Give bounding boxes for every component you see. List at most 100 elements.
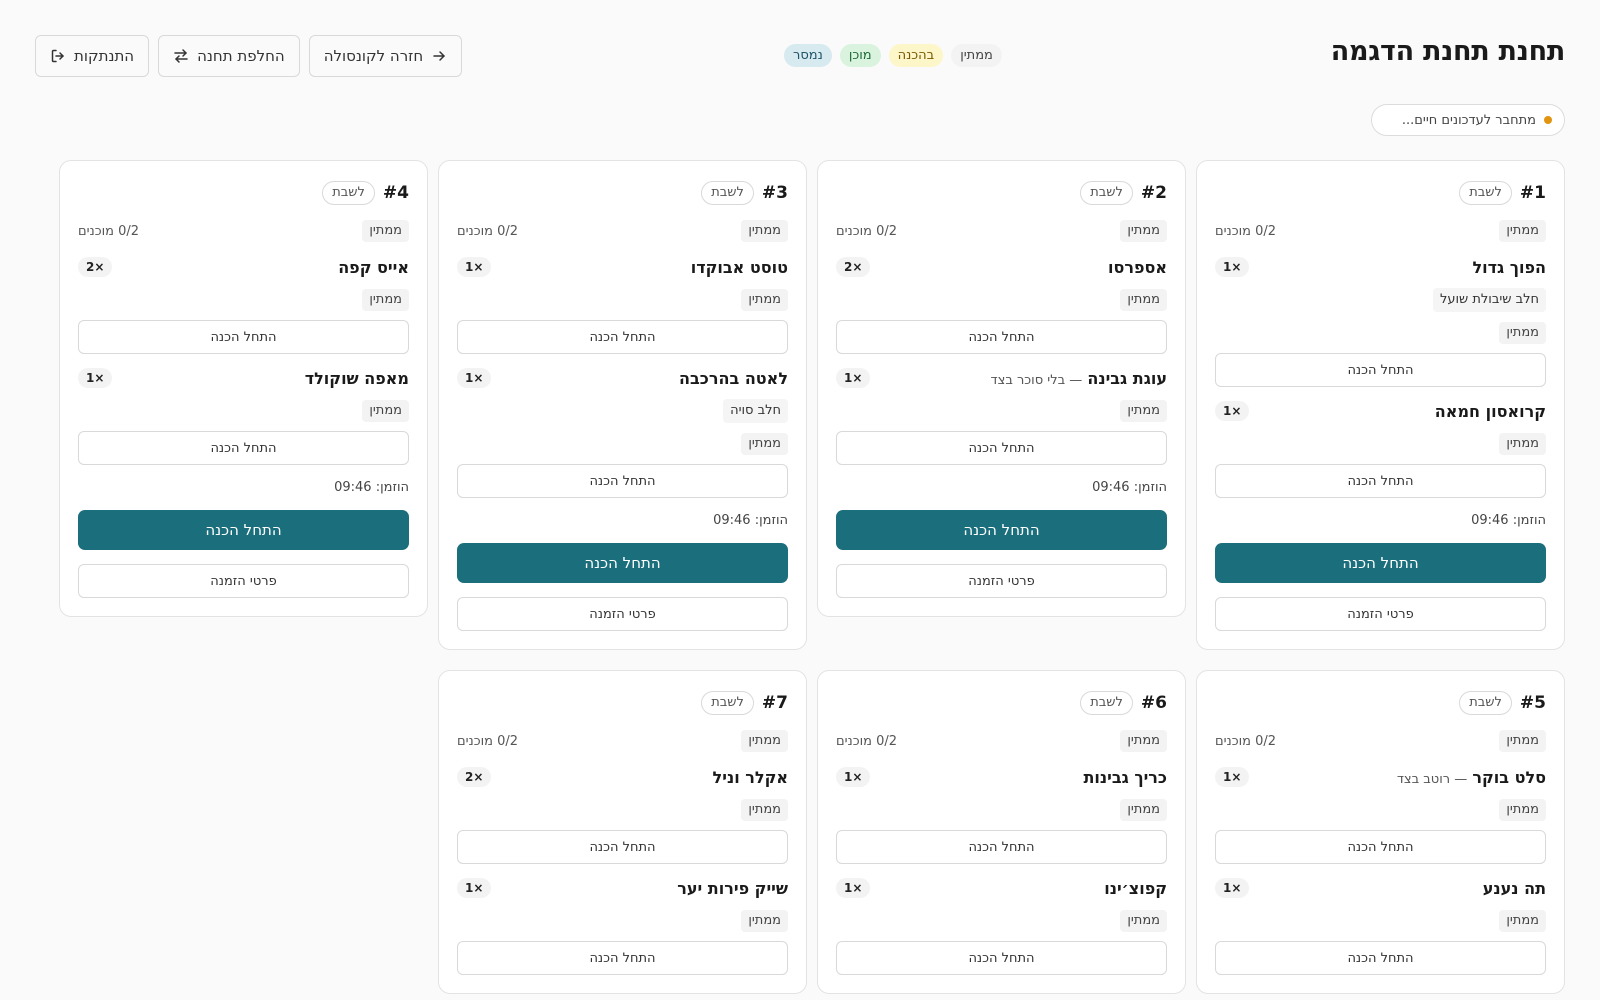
- seat-badge[interactable]: לשבת: [701, 691, 754, 715]
- item-start-button[interactable]: התחל הכנה: [457, 830, 788, 864]
- swap-icon: [173, 48, 189, 64]
- item-qty: 2×: [457, 767, 492, 787]
- start-order-button[interactable]: התחל הכנה: [836, 510, 1167, 550]
- list-item: עוגת גבינה — בלי סוכר בצד 1× ממתין התחל ה…: [836, 366, 1167, 465]
- item-status-badge: ממתין: [1120, 289, 1167, 311]
- list-item: תה נענע 1× ממתין התחל הכנה: [1215, 876, 1546, 975]
- item-status-badge: ממתין: [362, 400, 409, 422]
- item-start-button[interactable]: התחל הכנה: [1215, 830, 1546, 864]
- order-details-button[interactable]: פרטי הזמנה: [1215, 597, 1546, 631]
- item-start-button[interactable]: התחל הכנה: [457, 941, 788, 975]
- item-start-button[interactable]: התחל הכנה: [78, 320, 409, 354]
- item-name: לאטה בהרכבה: [679, 368, 788, 388]
- order-number: #6: [1140, 693, 1167, 713]
- item-status-badge: ממתין: [1120, 799, 1167, 821]
- seat-badge[interactable]: לשבת: [322, 181, 375, 205]
- seat-badge[interactable]: לשבת: [1080, 691, 1133, 715]
- item-qty: 1×: [836, 368, 871, 388]
- order-card: #1 לשבת ממתין 0/2 מוכנים הפוך גדול 1× חלב ש…: [1196, 160, 1565, 650]
- item-start-button[interactable]: התחל הכנה: [1215, 464, 1546, 498]
- ordered-time: הוזמן: 09:46: [713, 513, 788, 528]
- order-card: #2 לשבת ממתין 0/2 מוכנים אספרסו 2× ממתין הת…: [817, 160, 1186, 617]
- order-card: #4 לשבת ממתין 0/2 מוכנים אייס קפה 2× ממתין …: [59, 160, 428, 617]
- order-details-button[interactable]: פרטי הזמנה: [836, 564, 1167, 598]
- item-name: קפוצ׳ינו: [1104, 878, 1167, 898]
- seat-badge[interactable]: לשבת: [701, 181, 754, 205]
- item-status-badge: ממתין: [1120, 400, 1167, 422]
- legend-waiting: ממתין: [951, 44, 1002, 67]
- item-start-button[interactable]: התחל הכנה: [78, 431, 409, 465]
- item-status-badge: ממתין: [1499, 910, 1546, 932]
- legend-preparing: בהכנה: [888, 44, 944, 67]
- list-item: הפוך גדול 1× חלב שיבולת שועל ממתין התחל ה…: [1215, 255, 1546, 387]
- switch-station-label: החלפת תחנה: [197, 47, 285, 65]
- item-status-badge: ממתין: [1499, 322, 1546, 344]
- list-item: לאטה בהרכבה 1× חלב סויה ממתין התחל הכנה: [457, 366, 788, 498]
- switch-station-button[interactable]: החלפת תחנה: [158, 35, 300, 77]
- connection-dot-icon: [1544, 116, 1552, 124]
- status-badge: ממתין: [1120, 730, 1167, 752]
- order-card: #7 לשבת ממתין 0/2 מוכנים אקלר וניל 2× ממתין…: [438, 670, 807, 994]
- list-item: קרואסון חמאה 1× ממתין התחל הכנה: [1215, 399, 1546, 498]
- seat-badge[interactable]: לשבת: [1459, 181, 1512, 205]
- status-legend: ממתין בהכנה מוכן נמסר: [784, 44, 1002, 67]
- item-name: טוסט אבוקדו: [690, 257, 788, 277]
- order-number: #1: [1519, 183, 1546, 203]
- connection-status: מתחבר לעדכונים חיים...: [1370, 104, 1565, 136]
- item-start-button[interactable]: התחל הכנה: [836, 941, 1167, 975]
- start-order-button[interactable]: התחל הכנה: [78, 510, 409, 550]
- start-order-button[interactable]: התחל הכנה: [1215, 543, 1546, 583]
- arrow-right-icon: [431, 48, 447, 64]
- item-qty: 1×: [457, 257, 492, 277]
- list-item: קפוצ׳ינו 1× ממתין התחל הכנה: [836, 876, 1167, 975]
- ordered-time: הוזמן: 09:46: [1471, 513, 1546, 528]
- item-start-button[interactable]: התחל הכנה: [1215, 353, 1546, 387]
- ordered-time: הוזמן: 09:46: [1092, 480, 1167, 495]
- item-qty: 1×: [1215, 878, 1250, 898]
- item-qty: 1×: [78, 368, 113, 388]
- item-start-button[interactable]: התחל הכנה: [836, 320, 1167, 354]
- order-number: #4: [382, 183, 409, 203]
- item-start-button[interactable]: התחל הכנה: [457, 464, 788, 498]
- item-name: אספרסו: [1107, 257, 1167, 277]
- ordered-time: הוזמן: 09:46: [334, 480, 409, 495]
- list-item: סלט בוקר — רוטב בצד 1× ממתין התחל הכנה: [1215, 765, 1546, 864]
- status-badge: ממתין: [1499, 220, 1546, 242]
- legend-ready: מוכן: [839, 44, 881, 67]
- order-number: #7: [761, 693, 788, 713]
- item-qty: 1×: [1215, 401, 1250, 421]
- item-name: כריך גבינות: [1083, 767, 1167, 787]
- item-status-badge: ממתין: [741, 289, 788, 311]
- item-start-button[interactable]: התחל הכנה: [1215, 941, 1546, 975]
- item-name: מאפה שוקולד: [304, 368, 409, 388]
- item-status-badge: ממתין: [362, 289, 409, 311]
- order-card: #6 לשבת ממתין 0/2 מוכנים כריך גבינות 1× ממת…: [817, 670, 1186, 994]
- seat-badge[interactable]: לשבת: [1080, 181, 1133, 205]
- item-qty: 1×: [1215, 767, 1250, 787]
- logout-button[interactable]: התנתקות: [35, 35, 150, 77]
- order-details-button[interactable]: פרטי הזמנה: [457, 597, 788, 631]
- back-to-console-button[interactable]: חזרה לקונסולה: [308, 35, 463, 77]
- item-name: תה נענע: [1482, 878, 1546, 898]
- seat-badge[interactable]: לשבת: [1459, 691, 1512, 715]
- item-qty: 2×: [78, 257, 113, 277]
- order-details-button[interactable]: פרטי הזמנה: [78, 564, 409, 598]
- item-qty: 1×: [457, 368, 492, 388]
- item-name: עוגת גבינה: [1087, 368, 1167, 388]
- ready-count: 0/2 מוכנים: [1215, 223, 1277, 239]
- item-start-button[interactable]: התחל הכנה: [836, 830, 1167, 864]
- list-item: שייק פירות יער 1× ממתין התחל הכנה: [457, 876, 788, 975]
- list-item: כריך גבינות 1× ממתין התחל הכנה: [836, 765, 1167, 864]
- order-number: #2: [1140, 183, 1167, 203]
- status-badge: ממתין: [362, 220, 409, 242]
- item-start-button[interactable]: התחל הכנה: [457, 320, 788, 354]
- status-badge: ממתין: [741, 730, 788, 752]
- item-status-badge: ממתין: [741, 910, 788, 932]
- item-qty: 1×: [457, 878, 492, 898]
- item-start-button[interactable]: התחל הכנה: [836, 431, 1167, 465]
- logout-label: התנתקות: [74, 47, 135, 65]
- item-modifier: חלב שיבולת שועל: [1432, 288, 1546, 312]
- start-order-button[interactable]: התחל הכנה: [457, 543, 788, 583]
- status-badge: ממתין: [741, 220, 788, 242]
- item-status-badge: ממתין: [741, 433, 788, 455]
